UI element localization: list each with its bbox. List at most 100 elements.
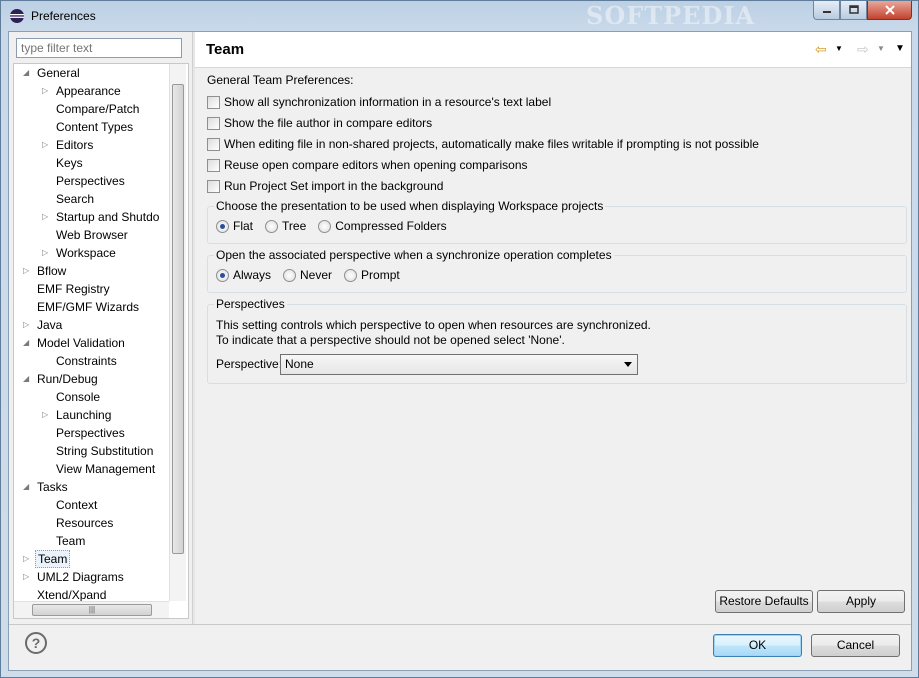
collapsed-arrow-icon[interactable]: ▷ [42,136,52,154]
forward-arrow-icon[interactable]: ⇨ [857,41,869,57]
tree-vscroll-thumb[interactable] [172,84,184,554]
tree-item-label: Workspace [56,246,116,260]
collapsed-arrow-icon[interactable]: ▷ [42,406,52,424]
general-team-label: General Team Preferences: [207,73,354,87]
checkbox-row[interactable]: Reuse open compare editors when opening … [207,156,528,174]
help-icon[interactable]: ? [25,632,47,654]
tree-item[interactable]: ◢ Model Validation [14,334,169,352]
tree-item[interactable]: Console [14,388,169,406]
forward-menu-chevron-icon[interactable]: ▼ [877,41,885,57]
radio-compressed-folders[interactable]: Compressed Folders [318,219,447,233]
back-menu-chevron-icon[interactable]: ▼ [835,41,843,57]
radio-label: Always [233,268,272,282]
tree-item[interactable]: ◢ General [14,64,169,82]
radio-button[interactable] [344,268,358,282]
expanded-arrow-icon[interactable]: ◢ [23,64,33,82]
tree-item[interactable]: Search [14,190,169,208]
tree-item[interactable]: Perspectives [14,172,169,190]
collapsed-arrow-icon[interactable]: ▷ [23,262,33,280]
tree-item[interactable]: ▷ Editors [14,136,169,154]
checkbox-row[interactable]: When editing file in non-shared projects… [207,135,759,153]
minimize-button[interactable] [813,1,840,20]
tree-item[interactable]: EMF Registry [14,280,169,298]
tree-item-label: EMF Registry [37,282,110,296]
collapsed-arrow-icon[interactable]: ▷ [23,568,33,586]
checkbox[interactable] [207,158,220,172]
expanded-arrow-icon[interactable]: ◢ [23,334,33,352]
tree-item-label: General [37,66,80,80]
checkbox[interactable] [207,179,220,193]
tree-item[interactable]: Keys [14,154,169,172]
radio-button[interactable] [216,268,229,282]
tree-item[interactable]: ◢ Tasks [14,478,169,496]
apply-button[interactable]: Apply [817,590,905,613]
tree-item[interactable]: ◢ Run/Debug [14,370,169,388]
radio-prompt[interactable]: Prompt [344,268,400,282]
tree-item[interactable]: Web Browser [14,226,169,244]
tree-item[interactable]: Context [14,496,169,514]
collapsed-arrow-icon[interactable]: ▷ [23,550,33,568]
radio-tree[interactable]: Tree [265,219,306,233]
close-button[interactable] [867,1,912,20]
filter-input[interactable] [16,38,182,58]
tree-item[interactable]: Perspectives [14,424,169,442]
watermark: SOFTPEDIA [586,1,756,30]
collapsed-arrow-icon[interactable]: ▷ [42,244,52,262]
collapsed-arrow-icon[interactable]: ▷ [23,316,33,334]
tree-item[interactable]: View Management [14,460,169,478]
tree-item[interactable]: ▷ Team [14,550,169,568]
collapsed-arrow-icon[interactable]: ▷ [42,82,52,100]
radio-button[interactable] [265,219,279,233]
radio-flat[interactable]: Flat [216,219,253,233]
radio-button[interactable] [283,268,297,282]
radio-label: Compressed Folders [335,219,447,233]
perspective-open-group: Open the associated perspective when a s… [207,248,907,293]
tree-item[interactable]: ▷ Startup and Shutdo [14,208,169,226]
tree-item[interactable]: ▷ Launching [14,406,169,424]
tree-item[interactable]: Constraints [14,352,169,370]
tree-item[interactable]: Compare/Patch [14,100,169,118]
tree-item[interactable]: Resources [14,514,169,532]
checkbox-row[interactable]: Run Project Set import in the background [207,177,443,195]
expanded-arrow-icon[interactable]: ◢ [23,370,33,388]
radio-button[interactable] [318,219,332,233]
maximize-button[interactable] [840,1,867,20]
perspective-select[interactable]: None [280,354,638,375]
tree-item[interactable]: EMF/GMF Wizards [14,298,169,316]
ok-button[interactable]: OK [713,634,802,657]
page-header: Team ⇦ ▼ ⇨ ▼ ▼ [195,32,911,68]
tree-item-label: Startup and Shutdo [56,210,160,224]
radio-label: Prompt [361,268,400,282]
tree-item[interactable]: ▷ UML2 Diagrams [14,568,169,586]
tree-item-label: Model Validation [37,336,125,350]
tree-item[interactable]: ▷ Bflow [14,262,169,280]
close-icon [884,5,895,15]
restore-defaults-button[interactable]: Restore Defaults [715,590,813,613]
tree-hscroll-thumb[interactable]: ||| [32,604,152,616]
checkbox[interactable] [207,137,220,151]
perspective-open-radio-group: Always Never Prompt [216,268,412,282]
cancel-button[interactable]: Cancel [811,634,900,657]
expanded-arrow-icon[interactable]: ◢ [23,478,33,496]
collapsed-arrow-icon[interactable]: ▷ [42,208,52,226]
radio-always[interactable]: Always [216,268,271,282]
tree-item[interactable]: ▷ Java [14,316,169,334]
checkbox-row[interactable]: Show all synchronization information in … [207,93,551,111]
tree-item[interactable]: ▷ Appearance [14,82,169,100]
radio-never[interactable]: Never [283,268,332,282]
checkbox-row[interactable]: Show the file author in compare editors [207,114,432,132]
tree-item[interactable]: String Substitution [14,442,169,460]
checkbox[interactable] [207,116,220,130]
tree-vertical-scrollbar[interactable] [169,64,186,601]
title-bar[interactable]: Preferences SOFTPEDIA [1,1,918,31]
tree-item[interactable]: Content Types [14,118,169,136]
checkbox[interactable] [207,95,220,109]
preferences-tree[interactable]: Xtend/Xpand ▷ UML2 Diagrams ▷ Team Team Resour… [13,63,189,619]
presentation-radio-group: Flat Tree Compressed Folders [216,219,459,233]
tree-horizontal-scrollbar[interactable]: ||| [14,601,169,618]
radio-button[interactable] [216,219,229,233]
tree-item[interactable]: Team [14,532,169,550]
tree-item[interactable]: ▷ Workspace [14,244,169,262]
back-arrow-icon[interactable]: ⇦ [815,41,827,57]
view-menu-icon[interactable]: ▼ [895,41,905,57]
